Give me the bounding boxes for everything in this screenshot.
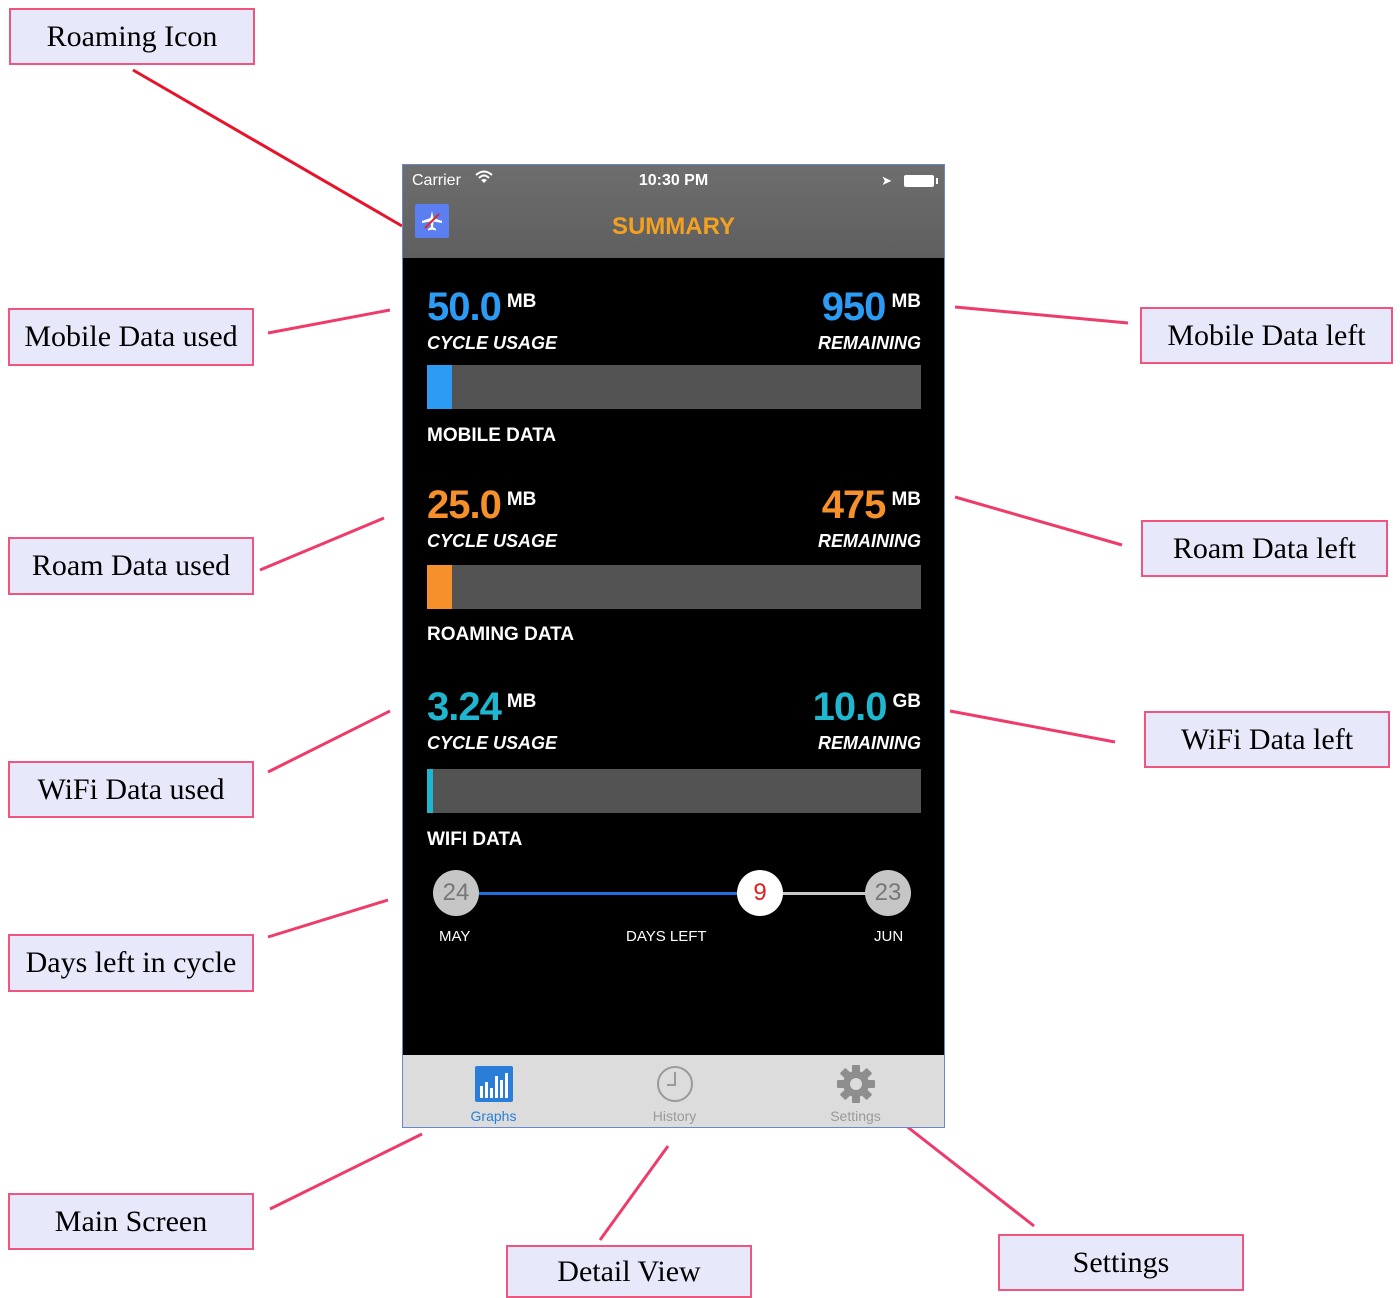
cycle-end-month: JUN	[874, 928, 904, 945]
mobile-cycle-usage-label: CYCLE USAGE	[427, 333, 558, 353]
wifi-usage-bar	[427, 769, 921, 813]
mobile-usage-bar	[427, 365, 921, 409]
tab-graphs[interactable]: Graphs	[403, 1055, 584, 1127]
navigation-bar: Carrier 10:30 PM ➤ SUMMARY	[403, 165, 944, 258]
wifi-cycle-usage-label: CYCLE USAGE	[427, 733, 558, 753]
wifi-remaining-unit: GB	[892, 691, 922, 712]
mobile-remaining-value: 950	[821, 285, 887, 329]
cycle-start-day: 24	[433, 870, 479, 916]
wifi-remaining-label: REMAINING	[818, 733, 921, 753]
bar-graph-icon	[474, 1066, 513, 1102]
callout-roam-left: Roam Data left	[1141, 520, 1388, 577]
phone-screen: Carrier 10:30 PM ➤ SUMMARY 50.0 MB 950 MB …	[402, 164, 945, 1128]
mobile-data-label: MOBILE DATA	[427, 425, 557, 446]
mobile-usage-fill	[427, 365, 452, 409]
callout-mobile-left: Mobile Data left	[1140, 307, 1393, 364]
tab-graphs-label: Graphs	[470, 1108, 517, 1124]
mobile-remaining-unit: MB	[891, 291, 921, 312]
callout-days-left: Days left in cycle	[8, 934, 254, 992]
page-title: SUMMARY	[611, 213, 736, 240]
days-left-label: DAYS LEFT	[626, 928, 707, 945]
wifi-data-label: WIFI DATA	[427, 829, 523, 850]
callout-main-screen: Main Screen	[8, 1193, 254, 1250]
days-left-value: 9	[737, 870, 783, 916]
wifi-remaining-value: 10.0	[812, 685, 888, 729]
callout-mobile-used: Mobile Data used	[8, 308, 254, 366]
clock-icon	[656, 1066, 693, 1102]
roam-usage-bar	[427, 565, 921, 609]
roam-remaining-value: 475	[821, 483, 887, 527]
status-bar: Carrier 10:30 PM ➤	[403, 165, 944, 197]
wifi-used-value: 3.24	[427, 685, 502, 729]
battery-icon	[904, 175, 938, 187]
tab-history[interactable]: History	[584, 1055, 765, 1127]
tab-bar: Graphs History Settings	[403, 1055, 944, 1127]
roam-remaining-label: REMAINING	[818, 531, 921, 551]
billing-cycle-timeline: 24 9 23 MAY DAYS LEFT JUN	[403, 865, 944, 955]
status-time: 10:30 PM	[638, 172, 709, 189]
roam-remaining-unit: MB	[891, 489, 921, 510]
mobile-used-value: 50.0	[427, 285, 502, 329]
elapsed-line	[479, 892, 739, 895]
callout-roaming-icon: Roaming Icon	[9, 8, 255, 65]
callout-detail-view: Detail View	[506, 1245, 752, 1298]
callout-wifi-used: WiFi Data used	[8, 761, 254, 818]
wifi-usage-fill	[427, 769, 433, 813]
mobile-remaining-label: REMAINING	[818, 333, 921, 353]
gear-icon	[836, 1065, 875, 1103]
callout-wifi-left: WiFi Data left	[1144, 711, 1390, 768]
roam-cycle-usage-label: CYCLE USAGE	[427, 531, 558, 551]
tab-history-label: History	[652, 1108, 697, 1124]
roam-used-unit: MB	[506, 489, 537, 510]
roam-usage-fill	[427, 565, 452, 609]
tab-settings-label: Settings	[830, 1108, 881, 1124]
location-arrow-icon: ➤	[881, 173, 892, 188]
roaming-data-label: ROAMING DATA	[427, 624, 575, 645]
callout-settings: Settings	[998, 1234, 1244, 1291]
cycle-end-day: 23	[865, 870, 911, 916]
mobile-used-unit: MB	[506, 291, 537, 312]
tab-settings[interactable]: Settings	[765, 1055, 944, 1127]
remaining-line	[783, 892, 867, 895]
roam-used-value: 25.0	[427, 483, 502, 527]
cycle-start-month: MAY	[439, 928, 471, 945]
callout-roam-used: Roam Data used	[8, 537, 254, 595]
wifi-used-unit: MB	[506, 691, 537, 712]
